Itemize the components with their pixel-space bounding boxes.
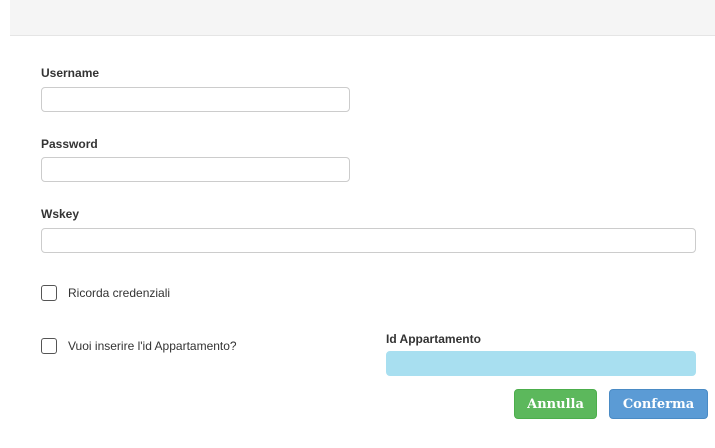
confirm-button[interactable]: Conferma [609, 389, 708, 419]
insert-apartment-id-checkbox[interactable] [41, 338, 57, 354]
apartment-id-input[interactable] [386, 351, 696, 376]
password-input[interactable] [41, 157, 350, 182]
username-label: Username [41, 66, 100, 80]
username-input[interactable] [41, 87, 350, 112]
remember-credentials-label: Ricorda credenziali [68, 286, 171, 300]
cancel-button[interactable]: Annulla [514, 389, 597, 419]
apartment-id-label: Id Appartamento [386, 332, 481, 346]
insert-apartment-id-label: Vuoi inserire l'id Appartamento? [68, 339, 237, 353]
insert-apartment-id-row[interactable]: Vuoi inserire l'id Appartamento? [41, 338, 237, 354]
wskey-input[interactable] [41, 228, 696, 253]
password-label: Password [41, 137, 98, 151]
modal-header [10, 0, 715, 36]
remember-credentials-row[interactable]: Ricorda credenziali [41, 285, 170, 301]
remember-credentials-checkbox[interactable] [41, 285, 57, 301]
wskey-label: Wskey [41, 207, 80, 221]
